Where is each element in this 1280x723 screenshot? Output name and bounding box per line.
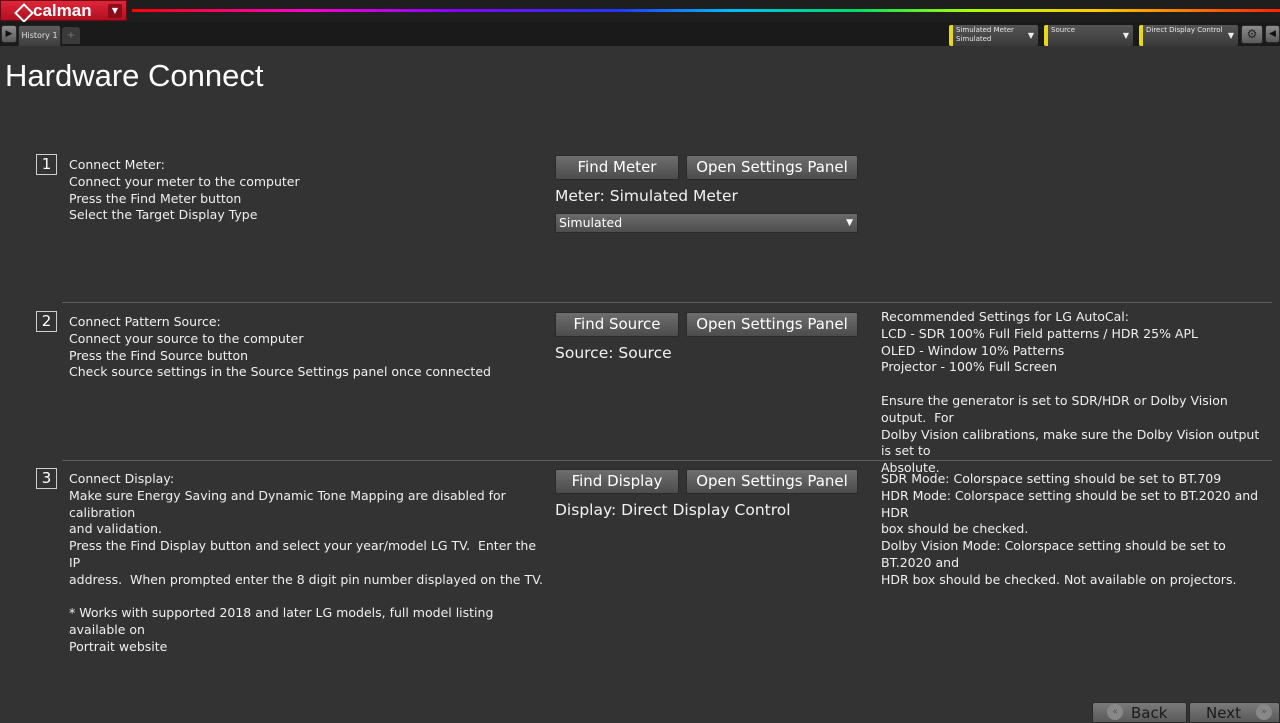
display-device-name: Direct Display Control bbox=[1146, 26, 1223, 34]
display-device-selector[interactable]: Direct Display Control ▼ bbox=[1139, 25, 1238, 46]
step-2-line: Check source settings in the Source Sett… bbox=[69, 364, 491, 380]
note-line: Projector - 100% Full Screen bbox=[881, 359, 1058, 375]
step-3-line: address. When prompted enter the 8 digit… bbox=[69, 571, 543, 587]
meter-device-mode: Simulated bbox=[956, 35, 992, 43]
step-3-instructions: Connect Display: Make sure Energy Saving… bbox=[69, 471, 549, 656]
find-display-button[interactable]: Find Display bbox=[555, 469, 679, 494]
note-line bbox=[881, 376, 1271, 393]
divider bbox=[62, 460, 1272, 461]
note-line: LCD - SDR 100% Full Field patterns / HDR… bbox=[881, 325, 1198, 341]
note-line: Recommended Settings for LG AutoCal: bbox=[881, 309, 1129, 324]
step-2-line: Connect Pattern Source: bbox=[69, 314, 221, 329]
step-3-number: 3 bbox=[36, 468, 57, 489]
note-line: HDR box should be checked. Not available… bbox=[881, 571, 1237, 587]
divider bbox=[62, 302, 1272, 303]
chevron-down-icon: ▼ bbox=[1227, 31, 1234, 40]
find-meter-button[interactable]: Find Meter bbox=[555, 155, 679, 180]
step-3-line: and validation. bbox=[69, 521, 163, 537]
step-3-line: Make sure Energy Saving and Dynamic Tone… bbox=[69, 487, 510, 520]
step-3-line: Portrait website bbox=[69, 638, 168, 654]
note-line: Ensure the generator is set to SDR/HDR o… bbox=[881, 392, 1232, 425]
next-button[interactable]: Next » bbox=[1189, 702, 1280, 723]
meter-device-name: Simulated Meter bbox=[956, 26, 1014, 34]
display-settings-button[interactable]: Open Settings Panel bbox=[686, 469, 858, 494]
step-1-line: Connect your meter to the computer bbox=[69, 173, 300, 189]
next-label: Next bbox=[1206, 704, 1241, 722]
next-arrow-icon: » bbox=[1256, 704, 1272, 720]
add-tab-button[interactable]: + bbox=[62, 27, 80, 44]
step-3-line: Press the Find Display button and select… bbox=[69, 538, 541, 570]
meter-device-selector[interactable]: Simulated Meter Simulated ▼ bbox=[949, 25, 1038, 46]
display-notes: SDR Mode: Colorspace setting should be s… bbox=[881, 471, 1271, 589]
calman-menu-button[interactable]: calman ▼ bbox=[0, 0, 127, 21]
step-1-instructions: Connect Meter: Connect your meter to the… bbox=[69, 157, 539, 224]
display-type-value: Simulated bbox=[559, 215, 623, 230]
gear-icon[interactable]: ⚙ bbox=[1241, 25, 1263, 44]
meter-status: Meter: Simulated Meter bbox=[555, 187, 738, 205]
note-line: Dolby Vision calibrations, make sure the… bbox=[881, 426, 1264, 459]
chevron-down-icon[interactable]: ▼ bbox=[108, 4, 122, 18]
step-1-number: 1 bbox=[36, 154, 57, 175]
find-source-button[interactable]: Find Source bbox=[555, 312, 679, 337]
chevron-left-icon[interactable]: ◀ bbox=[1265, 25, 1280, 43]
display-status: Display: Direct Display Control bbox=[555, 501, 791, 519]
back-arrow-icon: « bbox=[1107, 704, 1123, 720]
step-1-line: Connect Meter: bbox=[69, 157, 165, 172]
app-logo-text: calman bbox=[33, 0, 92, 20]
step-2-number: 2 bbox=[36, 311, 57, 332]
note-line: OLED - Window 10% Patterns bbox=[881, 342, 1065, 358]
meter-settings-button[interactable]: Open Settings Panel bbox=[686, 155, 858, 180]
source-settings-button[interactable]: Open Settings Panel bbox=[686, 312, 858, 337]
step-2-line: Connect your source to the computer bbox=[69, 330, 304, 346]
step-3-line: * Works with supported 2018 and later LG… bbox=[69, 605, 498, 638]
chevron-down-icon: ▼ bbox=[1122, 31, 1129, 40]
step-1-line: Select the Target Display Type bbox=[69, 207, 258, 223]
step-1-line: Press the Find Meter button bbox=[69, 190, 242, 206]
note-line: SDR Mode: Colorspace setting should be s… bbox=[881, 471, 1222, 486]
back-label: Back bbox=[1131, 704, 1168, 722]
source-device-selector[interactable]: Source ▼ bbox=[1044, 25, 1133, 46]
note-line: HDR Mode: Colorspace setting should be s… bbox=[881, 487, 1263, 520]
chevron-down-icon: ▼ bbox=[1027, 31, 1034, 40]
step-2-line: Press the Find Source button bbox=[69, 347, 249, 363]
note-line: box should be checked. bbox=[881, 521, 1029, 537]
back-button[interactable]: « Back bbox=[1092, 702, 1187, 723]
step-3-line: Connect Display: bbox=[69, 471, 175, 486]
note-line: Dolby Vision Mode: Colorspace setting sh… bbox=[881, 538, 1230, 570]
step-3-line bbox=[69, 589, 549, 606]
chevron-down-icon: ▼ bbox=[846, 218, 853, 228]
calman-logo-icon bbox=[15, 4, 29, 18]
play-icon[interactable]: ▶ bbox=[1, 25, 17, 43]
rainbow-bar bbox=[132, 9, 1280, 12]
tab-history-1[interactable]: History 1 bbox=[18, 25, 61, 46]
step-2-instructions: Connect Pattern Source: Connect your sou… bbox=[69, 314, 539, 381]
page-title: Hardware Connect bbox=[5, 58, 264, 93]
source-device-name: Source bbox=[1051, 26, 1076, 34]
source-notes: Recommended Settings for LG AutoCal: LCD… bbox=[881, 309, 1271, 477]
display-type-select[interactable]: Simulated ▼ bbox=[555, 213, 858, 233]
source-status: Source: Source bbox=[555, 344, 672, 362]
